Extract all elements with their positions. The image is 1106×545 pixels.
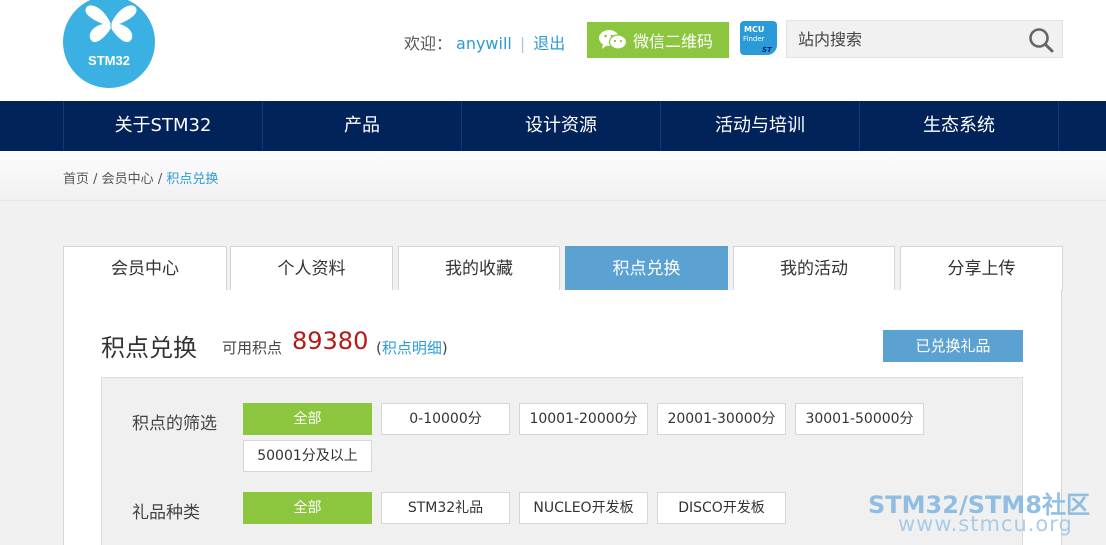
svg-text:Finder: Finder	[743, 35, 765, 43]
page-title: 积点兑换	[101, 334, 197, 362]
site-header: STM32 欢迎： anywill | 退出 微信二维码 MCU Finder ST	[0, 0, 1106, 101]
welcome-label: 欢迎：	[404, 34, 453, 53]
gift-category-option-all[interactable]: 全部	[243, 492, 372, 524]
gift-category-option-nucleo[interactable]: NUCLEO开发板	[519, 492, 648, 524]
gift-category-option-disco[interactable]: DISCO开发板	[657, 492, 786, 524]
points-filter-option-10001-20000[interactable]: 10001-20000分	[519, 403, 648, 435]
breadcrumb-home[interactable]: 首页	[63, 172, 89, 187]
tab-profile[interactable]: 个人资料	[230, 246, 393, 291]
gift-category-label: 礼品种类	[132, 503, 200, 523]
nav-item-ecosystem[interactable]: 生态系统	[859, 101, 1059, 151]
tab-favorites[interactable]: 我的收藏	[398, 246, 560, 291]
mcu-finder-button[interactable]: MCU Finder ST	[740, 21, 777, 57]
butterfly-logo-icon	[85, 5, 137, 43]
mcu-finder-icon: MCU Finder ST	[740, 21, 777, 55]
username-link[interactable]: anywill	[456, 34, 512, 53]
nav-item-about-stm32[interactable]: 关于STM32	[63, 101, 262, 151]
breadcrumb-separator: /	[89, 172, 102, 187]
points-filter-option-50001-plus[interactable]: 50001分及以上	[243, 440, 372, 472]
available-points-label: 可用积点	[222, 339, 283, 357]
tab-my-events[interactable]: 我的活动	[733, 246, 895, 291]
search-input[interactable]	[787, 21, 1017, 57]
nav-item-events-training[interactable]: 活动与培训	[660, 101, 859, 151]
site-search	[786, 20, 1063, 58]
logout-link[interactable]: 退出	[533, 34, 565, 53]
svg-text:ST: ST	[762, 46, 773, 54]
wechat-icon	[599, 30, 627, 50]
stm32-logo[interactable]: STM32	[63, 0, 155, 88]
nav-item-design-resources[interactable]: 设计资源	[461, 101, 660, 151]
redeemed-gifts-button[interactable]: 已兑换礼品	[883, 330, 1023, 362]
nav-item-products[interactable]: 产品	[262, 101, 461, 151]
breadcrumb: 首页 / 会员中心 / 积点兑换	[63, 168, 218, 187]
breadcrumb-member-center[interactable]: 会员中心	[102, 172, 154, 187]
points-exchange-panel: 积点兑换 可用积点 89380 (积点明细) 已兑换礼品 积点的筛选 全部 0-…	[63, 290, 1062, 545]
points-detail-link[interactable]: 积点明细	[382, 339, 442, 357]
filter-box: 积点的筛选 全部 0-10000分 10001-20000分 20001-300…	[101, 377, 1023, 545]
wechat-qr-button[interactable]: 微信二维码	[587, 22, 729, 58]
points-filter-option-30001-50000[interactable]: 30001-50000分	[795, 403, 924, 435]
logo-text: STM32	[88, 53, 130, 68]
points-filter-label: 积点的筛选	[132, 414, 217, 434]
tab-share-upload[interactable]: 分享上传	[900, 246, 1063, 291]
tab-member-center[interactable]: 会员中心	[63, 246, 227, 291]
breadcrumb-current: 积点兑换	[166, 172, 219, 187]
points-filter-option-20001-30000[interactable]: 20001-30000分	[657, 403, 786, 435]
points-detail: (积点明细)	[376, 337, 448, 358]
main-nav: 关于STM32 产品 设计资源 活动与培训 生态系统	[0, 101, 1106, 151]
tab-points-exchange[interactable]: 积点兑换	[565, 246, 728, 291]
welcome-area: 欢迎： anywill | 退出	[404, 30, 565, 54]
breadcrumb-separator: /	[153, 172, 167, 187]
svg-text:MCU: MCU	[744, 25, 764, 34]
points-filter-option-0-10000[interactable]: 0-10000分	[381, 403, 510, 435]
search-icon[interactable]	[1028, 27, 1054, 53]
wechat-button-label: 微信二维码	[633, 32, 714, 51]
points-filter-option-all[interactable]: 全部	[243, 403, 372, 435]
breadcrumb-bar: 首页 / 会员中心 / 积点兑换	[0, 151, 1106, 201]
available-points-value: 89380	[292, 327, 369, 355]
main-content: 会员中心 个人资料 我的收藏 积点兑换 我的活动 分享上传 积点兑换 可用积点 …	[0, 201, 1106, 545]
separator: |	[519, 34, 526, 53]
gift-category-option-stm32[interactable]: STM32礼品	[381, 492, 510, 524]
paren-close: )	[441, 339, 448, 357]
